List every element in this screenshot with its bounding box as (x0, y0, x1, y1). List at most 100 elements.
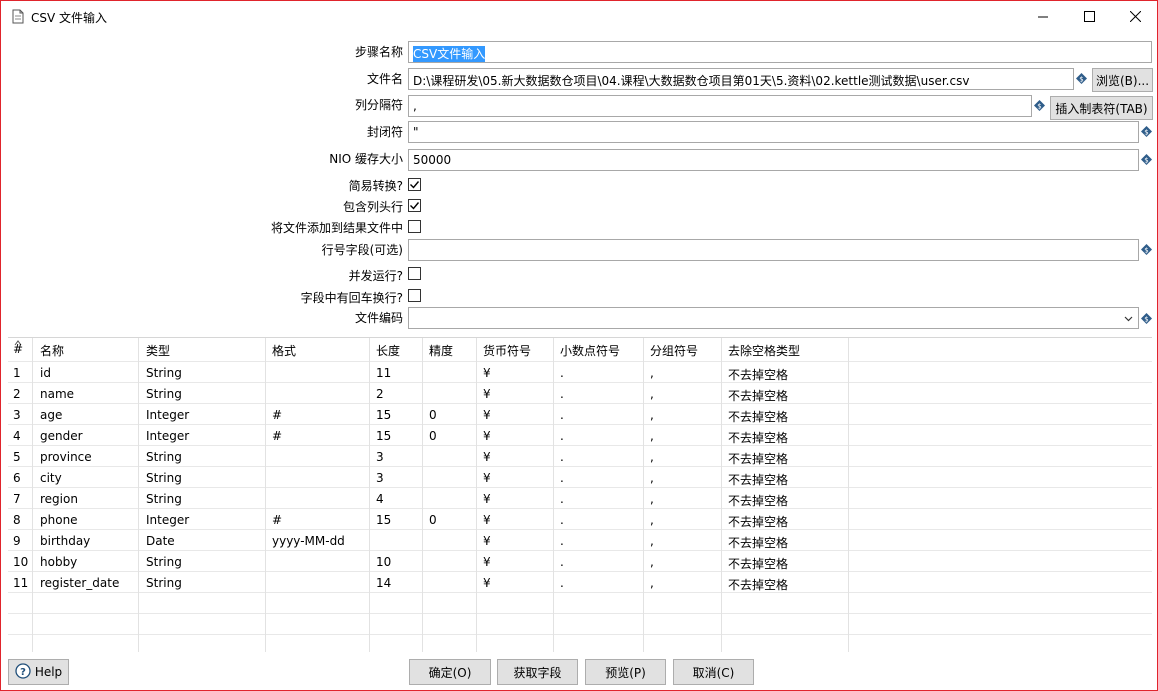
cell-col-currency[interactable]: ¥ (483, 404, 552, 425)
header-col-decimal[interactable]: 小数点符号 (560, 338, 642, 359)
cell-col-type[interactable]: String (146, 383, 264, 404)
cell-col-index[interactable]: 1 (13, 362, 32, 383)
cell-col-format[interactable] (272, 572, 368, 593)
cell-col-currency[interactable]: ¥ (483, 572, 552, 593)
cell-col-decimal[interactable]: . (560, 362, 642, 383)
cell-col-type[interactable]: String (146, 551, 264, 572)
cell-col-group[interactable]: , (650, 425, 720, 446)
header-col-name[interactable]: 名称 (40, 338, 138, 359)
cell-col-format[interactable]: # (272, 425, 368, 446)
cell-col-group[interactable]: , (650, 509, 720, 530)
cell-col-type[interactable]: String (146, 467, 264, 488)
header-col-precision[interactable]: 精度 (429, 338, 475, 359)
cell-col-type[interactable]: String (146, 446, 264, 467)
cell-col-trim[interactable]: 不去掉空格 (728, 530, 842, 551)
cell-col-currency[interactable]: ¥ (483, 551, 552, 572)
cell-col-type[interactable]: String (146, 488, 264, 509)
cell-col-currency[interactable]: ¥ (483, 530, 552, 551)
cell-col-name[interactable]: region (40, 488, 138, 509)
cancel-button[interactable]: 取消(C) (673, 659, 754, 685)
cell-col-precision[interactable] (429, 572, 475, 593)
cell-col-trim[interactable]: 不去掉空格 (728, 404, 842, 425)
cell-col-group[interactable]: , (650, 488, 720, 509)
cell-col-decimal[interactable]: . (560, 425, 642, 446)
cell-col-name[interactable]: city (40, 467, 138, 488)
cell-col-trim[interactable]: 不去掉空格 (728, 551, 842, 572)
cell-col-group[interactable]: , (650, 362, 720, 383)
cell-col-decimal[interactable]: . (560, 509, 642, 530)
cell-col-decimal[interactable]: . (560, 383, 642, 404)
delimiter-input[interactable]: , (408, 95, 1032, 117)
cell-col-index[interactable]: 4 (13, 425, 32, 446)
cell-col-decimal[interactable]: . (560, 446, 642, 467)
cell-col-trim[interactable]: 不去掉空格 (728, 572, 842, 593)
cell-col-decimal[interactable]: . (560, 572, 642, 593)
cell-col-trim[interactable]: 不去掉空格 (728, 467, 842, 488)
cell-col-format[interactable] (272, 488, 368, 509)
cell-col-length[interactable]: 3 (376, 446, 421, 467)
enclosure-input[interactable]: " (408, 121, 1139, 143)
cell-col-length[interactable]: 11 (376, 362, 421, 383)
cell-col-length[interactable] (376, 530, 421, 551)
cell-col-length[interactable]: 15 (376, 404, 421, 425)
cell-col-precision[interactable] (429, 530, 475, 551)
cell-col-decimal[interactable]: . (560, 404, 642, 425)
cell-col-name[interactable]: name (40, 383, 138, 404)
get-fields-button[interactable]: 获取字段 (497, 659, 578, 685)
header-col-format[interactable]: 格式 (272, 338, 368, 359)
cell-col-precision[interactable] (429, 551, 475, 572)
nio-buffer-input[interactable]: 50000 (408, 149, 1139, 171)
cell-col-group[interactable]: , (650, 446, 720, 467)
encoding-select[interactable] (408, 307, 1139, 329)
variable-icon[interactable]: $ (1141, 126, 1152, 137)
cell-col-group[interactable]: , (650, 467, 720, 488)
variable-icon[interactable]: $ (1034, 100, 1045, 111)
cell-col-currency[interactable]: ¥ (483, 488, 552, 509)
cell-col-currency[interactable]: ¥ (483, 425, 552, 446)
cell-col-group[interactable]: , (650, 551, 720, 572)
header-col-trim[interactable]: 去除空格类型 (728, 338, 842, 359)
cell-col-precision[interactable]: 0 (429, 404, 475, 425)
header-col-index[interactable]: # (13, 338, 32, 359)
cell-col-name[interactable]: hobby (40, 551, 138, 572)
cell-col-index[interactable]: 9 (13, 530, 32, 551)
cell-col-currency[interactable]: ¥ (483, 362, 552, 383)
cell-col-index[interactable]: 2 (13, 383, 32, 404)
cell-col-name[interactable]: age (40, 404, 138, 425)
cell-col-index[interactable]: 11 (13, 572, 32, 593)
cell-col-index[interactable]: 6 (13, 467, 32, 488)
header-row-checkbox[interactable] (408, 199, 421, 212)
close-button[interactable] (1112, 1, 1158, 31)
cell-col-precision[interactable]: 0 (429, 509, 475, 530)
cell-col-decimal[interactable]: . (560, 467, 642, 488)
cell-col-group[interactable]: , (650, 404, 720, 425)
help-button[interactable]: ? Help (8, 659, 69, 685)
cell-col-precision[interactable] (429, 446, 475, 467)
ok-button[interactable]: 确定(O) (409, 659, 491, 685)
cell-col-decimal[interactable]: . (560, 551, 642, 572)
step-name-input[interactable]: CSV文件输入 (408, 41, 1152, 63)
cell-col-name[interactable]: phone (40, 509, 138, 530)
cell-col-length[interactable]: 2 (376, 383, 421, 404)
cell-col-format[interactable] (272, 467, 368, 488)
cell-col-format[interactable]: # (272, 509, 368, 530)
cell-col-currency[interactable]: ¥ (483, 467, 552, 488)
cell-col-length[interactable]: 3 (376, 467, 421, 488)
cell-col-type[interactable]: Date (146, 530, 264, 551)
fields-table[interactable]: # 名称 类型 格式 长度 精度 货币符号 小数点符号 分组符号 去除空格类型 1 id String… (8, 337, 1152, 652)
cell-col-group[interactable]: , (650, 572, 720, 593)
cell-col-length[interactable]: 15 (376, 509, 421, 530)
header-col-group[interactable]: 分组符号 (650, 338, 720, 359)
cell-col-format[interactable]: yyyy-MM-dd (272, 530, 368, 551)
filename-input[interactable]: D:\课程研发\05.新大数据数仓项目\04.课程\大数据数仓项目第01天\5.… (408, 68, 1074, 90)
header-col-type[interactable]: 类型 (146, 338, 264, 359)
cell-col-format[interactable]: # (272, 404, 368, 425)
variable-icon[interactable]: $ (1076, 73, 1087, 84)
header-col-length[interactable]: 长度 (376, 338, 421, 359)
cell-col-group[interactable]: , (650, 383, 720, 404)
cell-col-precision[interactable] (429, 383, 475, 404)
cell-col-index[interactable]: 7 (13, 488, 32, 509)
cell-col-decimal[interactable]: . (560, 530, 642, 551)
cell-col-length[interactable]: 4 (376, 488, 421, 509)
cell-col-trim[interactable]: 不去掉空格 (728, 383, 842, 404)
